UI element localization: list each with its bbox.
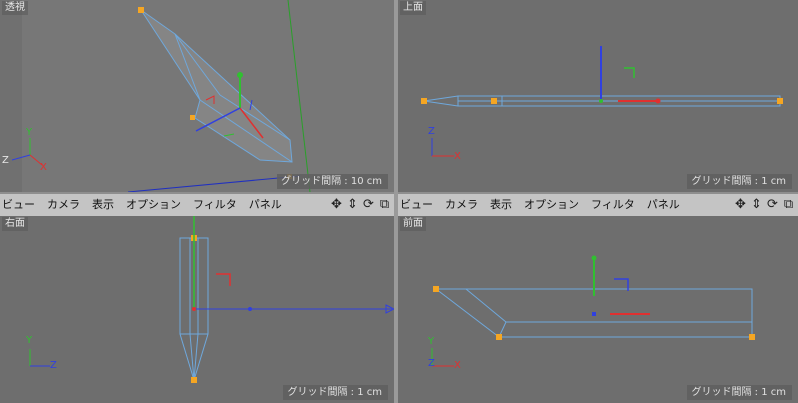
- axis-label-x: X: [40, 162, 47, 173]
- move-view-icon[interactable]: ✥: [329, 197, 344, 212]
- dolly-view-icon[interactable]: ⇕: [345, 197, 360, 212]
- viewport-label-front[interactable]: 前面: [400, 217, 426, 231]
- axis-label-x: X: [454, 151, 461, 162]
- grid-spacing-label: グリッド間隔 : 10 cm: [277, 174, 388, 189]
- viewport-label-top[interactable]: 上面: [400, 1, 426, 15]
- viewport-separator-vertical[interactable]: [394, 0, 398, 403]
- vertex-point: [749, 334, 755, 340]
- vertex-point: [491, 98, 497, 104]
- menu-display[interactable]: 表示: [484, 194, 518, 216]
- axis-label-z: Z: [2, 155, 9, 166]
- maximize-view-icon[interactable]: ⧉: [377, 197, 392, 212]
- menu-view[interactable]: ビュー: [0, 194, 41, 216]
- menu-camera[interactable]: カメラ: [439, 194, 484, 216]
- front-scene[interactable]: [398, 216, 798, 403]
- vertex-point: [421, 98, 427, 104]
- axis-label-z: Z: [50, 360, 57, 371]
- top-scene[interactable]: [398, 0, 798, 192]
- dolly-view-icon[interactable]: ⇕: [749, 197, 764, 212]
- axis-label-y: Y: [26, 335, 33, 346]
- viewport-right[interactable]: 右面 Y Z グリッド間隔 : 1 cm: [0, 216, 394, 403]
- menu-view[interactable]: ビュー: [398, 194, 439, 216]
- move-view-icon[interactable]: ✥: [733, 197, 748, 212]
- axis-label-x: X: [454, 360, 461, 371]
- menu-filter[interactable]: フィルタ: [585, 194, 641, 216]
- rotate-view-icon[interactable]: ⟳: [765, 197, 780, 212]
- menu-filter[interactable]: フィルタ: [187, 194, 243, 216]
- menu-options[interactable]: オプション: [120, 194, 187, 216]
- axis-label-y: Y: [26, 127, 33, 138]
- perspective-scene[interactable]: [0, 0, 394, 192]
- vertex-point: [138, 7, 144, 13]
- viewport-label-right[interactable]: 右面: [2, 217, 28, 231]
- axis-label-z: Z: [428, 358, 435, 369]
- axis-label-z: Z: [428, 126, 435, 137]
- viewport-menubar-left: ビュー カメラ 表示 オプション フィルタ パネル ✥ ⇕ ⟳ ⧉: [0, 194, 394, 216]
- menu-panel[interactable]: パネル: [641, 194, 686, 216]
- viewport-perspective[interactable]: 透視 Y X Z グリッド間隔 : 10 cm: [0, 0, 394, 192]
- vertex-point: [433, 286, 439, 292]
- menu-camera[interactable]: カメラ: [41, 194, 86, 216]
- viewport-menubar-right: ビュー カメラ 表示 オプション フィルタ パネル ✥ ⇕ ⟳ ⧉: [398, 194, 798, 216]
- menu-options[interactable]: オプション: [518, 194, 585, 216]
- viewport-top[interactable]: 上面 Z X グリッド間隔 : 1 cm: [398, 0, 798, 192]
- grid-spacing-label: グリッド間隔 : 1 cm: [687, 174, 792, 189]
- viewport-front[interactable]: 前面 Y Z X グリッド間隔 : 1 cm: [398, 216, 798, 403]
- viewport-label-perspective[interactable]: 透視: [2, 1, 28, 15]
- menu-display[interactable]: 表示: [86, 194, 120, 216]
- right-scene[interactable]: [0, 216, 394, 403]
- vertex-point: [190, 115, 195, 120]
- grid-spacing-label: グリッド間隔 : 1 cm: [283, 385, 388, 400]
- rotate-view-icon[interactable]: ⟳: [361, 197, 376, 212]
- axis-label-y: Y: [428, 336, 435, 347]
- maximize-view-icon[interactable]: ⧉: [781, 197, 796, 212]
- grid-spacing-label: グリッド間隔 : 1 cm: [687, 385, 792, 400]
- vertex-point: [191, 377, 197, 383]
- vertex-point: [777, 98, 783, 104]
- menu-panel[interactable]: パネル: [243, 194, 288, 216]
- vertex-point: [496, 334, 502, 340]
